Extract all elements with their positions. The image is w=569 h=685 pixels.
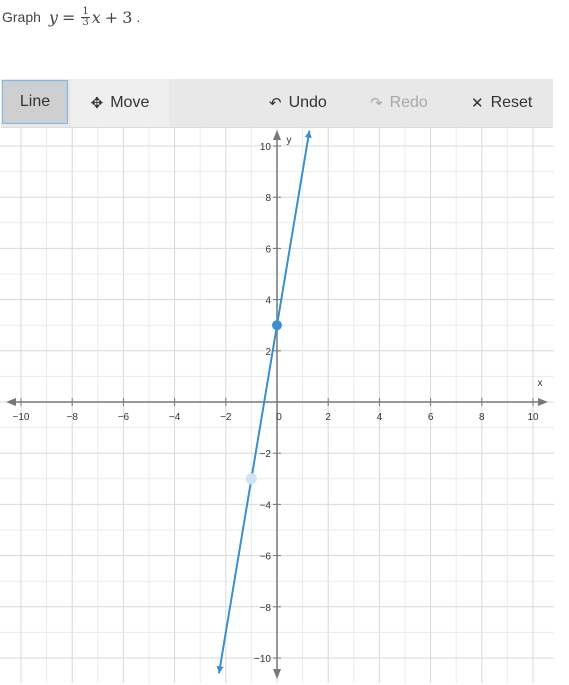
line-tool-button[interactable]: Line: [2, 80, 68, 124]
x-axis-label: x: [538, 378, 543, 389]
line-point-intercept[interactable]: [272, 320, 282, 331]
x-tick-label: 0: [276, 412, 282, 423]
prompt-period: .: [136, 9, 141, 25]
y-tick-label: −8: [260, 603, 272, 614]
reset-icon: ✕: [471, 95, 484, 112]
x-tick-label: −8: [66, 412, 78, 423]
move-tool-button[interactable]: ✥ Move: [71, 79, 169, 127]
equation: y = 1 3 x + 3: [48, 5, 133, 28]
x-tick-label: −6: [118, 412, 130, 423]
undo-icon: ↶: [269, 95, 282, 112]
fraction-numerator: 1: [81, 5, 90, 18]
x-axis-arrow-left: [6, 398, 16, 406]
y-tick-label: −4: [260, 500, 272, 511]
x-tick-label: 2: [325, 412, 331, 423]
undo-button[interactable]: ↶ Undo: [269, 79, 327, 127]
y-axis-arrow-up: [273, 130, 281, 140]
x-tick-label: 6: [428, 412, 434, 423]
move-tool-label: Move: [110, 94, 150, 111]
y-axis-arrow-down: [273, 669, 281, 679]
redo-icon: ↷: [370, 95, 383, 112]
y-tick-label: 2: [265, 347, 271, 358]
redo-button[interactable]: ↷ Redo: [370, 79, 428, 127]
equation-lhs: y: [48, 7, 58, 27]
redo-label: Redo: [389, 94, 428, 111]
equation-fraction: 1 3: [81, 5, 90, 28]
x-tick-label: −4: [169, 412, 181, 423]
x-tick-label: −10: [13, 412, 30, 423]
line-point-second[interactable]: [245, 473, 257, 485]
move-icon: ✥: [90, 95, 104, 112]
reset-label: Reset: [490, 94, 533, 111]
equation-variable: x: [91, 7, 101, 27]
equation-constant: 3: [122, 7, 133, 27]
coordinate-plane[interactable]: x y −10 −8 −6 −4 −2 0 2 4 6 8 10 10 8 6 4 2 −2 −4 −6 −8 −10: [0, 127, 554, 683]
equation-equals: =: [61, 7, 76, 27]
y-tick-label: 4: [265, 296, 271, 307]
fraction-denominator: 3: [82, 16, 89, 28]
equation-plus: +: [104, 7, 119, 27]
prompt-lead: Graph: [2, 9, 41, 25]
y-tick-label: −2: [260, 449, 272, 460]
y-tick-label: −6: [260, 552, 272, 563]
y-tick-label: −10: [254, 654, 271, 665]
y-tick-label: 8: [265, 193, 271, 204]
x-axis-arrow-right: [538, 398, 548, 406]
graph-toolbar: Line ✥ Move ↶ Undo ↷ Redo ✕ Reset: [1, 79, 553, 128]
line-tool-label: Line: [19, 93, 51, 110]
y-axis-label: y: [287, 135, 292, 146]
problem-prompt: Graph y = 1 3 x + 3 .: [2, 4, 140, 30]
axes: [6, 130, 548, 679]
x-tick-label: −2: [220, 412, 232, 423]
undo-label: Undo: [288, 94, 327, 111]
reset-button[interactable]: ✕ Reset: [471, 79, 532, 127]
y-tick-label: 10: [260, 142, 272, 153]
x-tick-label: 10: [527, 412, 539, 423]
x-tick-label: 8: [479, 412, 485, 423]
y-tick-label: 6: [265, 244, 271, 255]
x-tick-label: 4: [377, 412, 383, 423]
